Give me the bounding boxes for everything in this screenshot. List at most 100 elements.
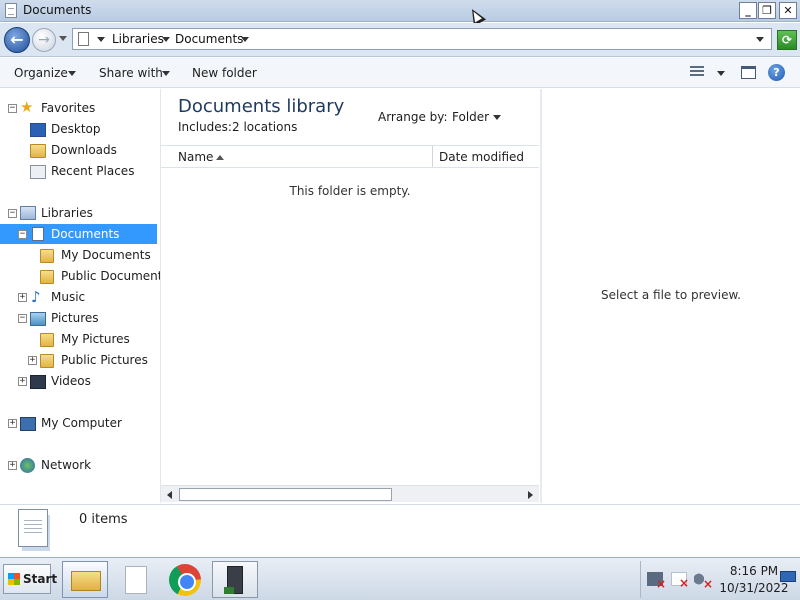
- videos-expand-toggle[interactable]: +: [18, 377, 27, 386]
- music-expand-toggle[interactable]: +: [18, 293, 27, 302]
- navigation-pane: − ★ Favorites Desktop Downloads Recent P…: [0, 89, 169, 503]
- breadcrumb-libraries[interactable]: Libraries: [112, 32, 164, 46]
- sidebar-item-my-computer[interactable]: My Computer: [41, 413, 122, 433]
- show-desktop-icon[interactable]: [780, 571, 796, 582]
- documents-collapse-toggle[interactable]: −: [18, 230, 27, 239]
- recent-places-icon: [30, 165, 46, 179]
- chevron-down-icon[interactable]: [162, 37, 170, 42]
- libraries-icon: [20, 206, 36, 220]
- downloads-folder-icon: [30, 144, 46, 158]
- minimize-button[interactable]: _: [739, 2, 757, 19]
- refresh-button[interactable]: ⟳: [777, 30, 797, 50]
- forward-button[interactable]: →: [32, 28, 56, 52]
- sidebar-item-public-documents[interactable]: Public Documents: [61, 266, 169, 286]
- address-history-dropdown-icon[interactable]: [756, 37, 764, 42]
- sidebar-item-libraries[interactable]: Libraries: [41, 203, 93, 223]
- change-view-icon[interactable]: [690, 66, 704, 78]
- sidebar-item-favorites[interactable]: Favorites: [41, 98, 95, 118]
- column-header-row: Name Date modified: [161, 145, 539, 168]
- my-documents-folder-icon: [40, 249, 54, 263]
- sort-ascending-icon: [216, 155, 224, 160]
- action-center-icon[interactable]: [671, 572, 689, 590]
- library-locations-link[interactable]: 2 locations: [232, 120, 297, 134]
- star-icon: ★: [20, 98, 34, 116]
- taskbar: Start 8:16 PM 10/31/2022: [0, 557, 800, 600]
- library-title: Documents library: [178, 96, 345, 117]
- my-pictures-folder-icon: [40, 333, 54, 347]
- desktop-icon: [30, 123, 46, 137]
- scroll-right-icon[interactable]: [523, 488, 537, 501]
- sidebar-item-music[interactable]: Music: [51, 287, 85, 307]
- sidebar-item-documents[interactable]: Documents: [51, 224, 119, 244]
- close-button[interactable]: ✕: [779, 2, 797, 19]
- clock-date[interactable]: 10/31/2022: [715, 581, 793, 595]
- taskbar-explorer-button[interactable]: [62, 561, 108, 598]
- documents-library-large-icon: [18, 509, 48, 547]
- scroll-left-icon[interactable]: [163, 488, 177, 501]
- navigation-bar: ← → Libraries Documents ⟳: [0, 23, 800, 57]
- sidebar-item-network[interactable]: Network: [41, 455, 91, 475]
- documents-icon: [5, 3, 17, 18]
- column-header-date-modified[interactable]: Date modified: [439, 150, 524, 164]
- column-header-name[interactable]: Name: [178, 150, 213, 164]
- start-label: Start: [23, 572, 58, 586]
- breadcrumb-documents[interactable]: Documents: [175, 32, 243, 46]
- back-button[interactable]: ←: [4, 27, 30, 53]
- documents-library-icon: [32, 227, 44, 241]
- column-divider[interactable]: [432, 146, 433, 167]
- sidebar-item-my-pictures[interactable]: My Pictures: [61, 329, 130, 349]
- scrollbar-thumb[interactable]: [179, 488, 392, 501]
- address-bar[interactable]: Libraries Documents: [72, 28, 772, 50]
- taskbar-blank-file-button[interactable]: [113, 561, 159, 598]
- chevron-down-icon[interactable]: [493, 115, 501, 120]
- start-button[interactable]: Start: [3, 564, 57, 594]
- chrome-icon: [169, 564, 201, 596]
- recent-pages-dropdown-icon[interactable]: [59, 36, 67, 41]
- sidebar-item-downloads[interactable]: Downloads: [51, 140, 117, 160]
- organize-button[interactable]: Organize: [14, 66, 68, 80]
- sidebar-item-videos[interactable]: Videos: [51, 371, 91, 391]
- public-pictures-expand-toggle[interactable]: +: [28, 356, 37, 365]
- sidebar-item-pictures[interactable]: Pictures: [51, 308, 99, 328]
- horizontal-scrollbar[interactable]: [161, 485, 539, 502]
- restore-button[interactable]: ❐: [758, 2, 776, 19]
- sidebar-item-my-documents[interactable]: My Documents: [61, 245, 151, 265]
- share-with-button[interactable]: Share with: [99, 66, 163, 80]
- chevron-down-icon[interactable]: [68, 71, 76, 76]
- file-list-pane[interactable]: Documents library Includes: 2 locations …: [160, 89, 539, 503]
- chevron-down-icon[interactable]: [97, 37, 105, 42]
- pictures-collapse-toggle[interactable]: −: [18, 314, 27, 323]
- computer-expand-toggle[interactable]: +: [8, 419, 17, 428]
- includes-label: Includes:: [178, 120, 232, 134]
- new-folder-button[interactable]: New folder: [192, 66, 257, 80]
- network-expand-toggle[interactable]: +: [8, 461, 17, 470]
- details-pane: 0 items: [0, 504, 800, 556]
- preview-pane: Select a file to preview.: [540, 89, 800, 503]
- favorites-collapse-toggle[interactable]: −: [8, 104, 17, 113]
- network-status-icon[interactable]: [647, 572, 666, 591]
- blank-document-icon: [125, 566, 147, 594]
- computer-icon: [20, 417, 36, 431]
- taskbar-server-manager-button[interactable]: [212, 561, 258, 598]
- command-bar: Organize Share with New folder: [0, 58, 800, 88]
- item-count: 0 items: [79, 512, 128, 527]
- library-icon: [78, 32, 89, 46]
- clock-time[interactable]: 8:16 PM: [719, 564, 789, 578]
- sidebar-item-desktop[interactable]: Desktop: [51, 119, 101, 139]
- sidebar-item-recent-places[interactable]: Recent Places: [51, 161, 134, 181]
- chevron-down-icon[interactable]: [717, 71, 725, 76]
- volume-muted-icon[interactable]: [694, 572, 713, 591]
- system-tray: 8:16 PM 10/31/2022: [640, 561, 800, 598]
- libraries-collapse-toggle[interactable]: −: [8, 209, 17, 218]
- chevron-down-icon[interactable]: [241, 37, 249, 42]
- help-icon[interactable]: ?: [768, 64, 785, 81]
- window-title: Documents: [23, 3, 92, 17]
- windows-logo-icon: [8, 573, 20, 585]
- taskbar-chrome-button[interactable]: [162, 561, 208, 598]
- preview-message: Select a file to preview.: [601, 288, 741, 302]
- arrange-by-dropdown[interactable]: Folder: [452, 110, 489, 124]
- sidebar-item-public-pictures[interactable]: Public Pictures: [61, 350, 148, 370]
- title-bar: Documents _ ❐ ✕: [0, 0, 800, 22]
- chevron-down-icon[interactable]: [162, 71, 170, 76]
- preview-pane-toggle-icon[interactable]: [741, 66, 756, 79]
